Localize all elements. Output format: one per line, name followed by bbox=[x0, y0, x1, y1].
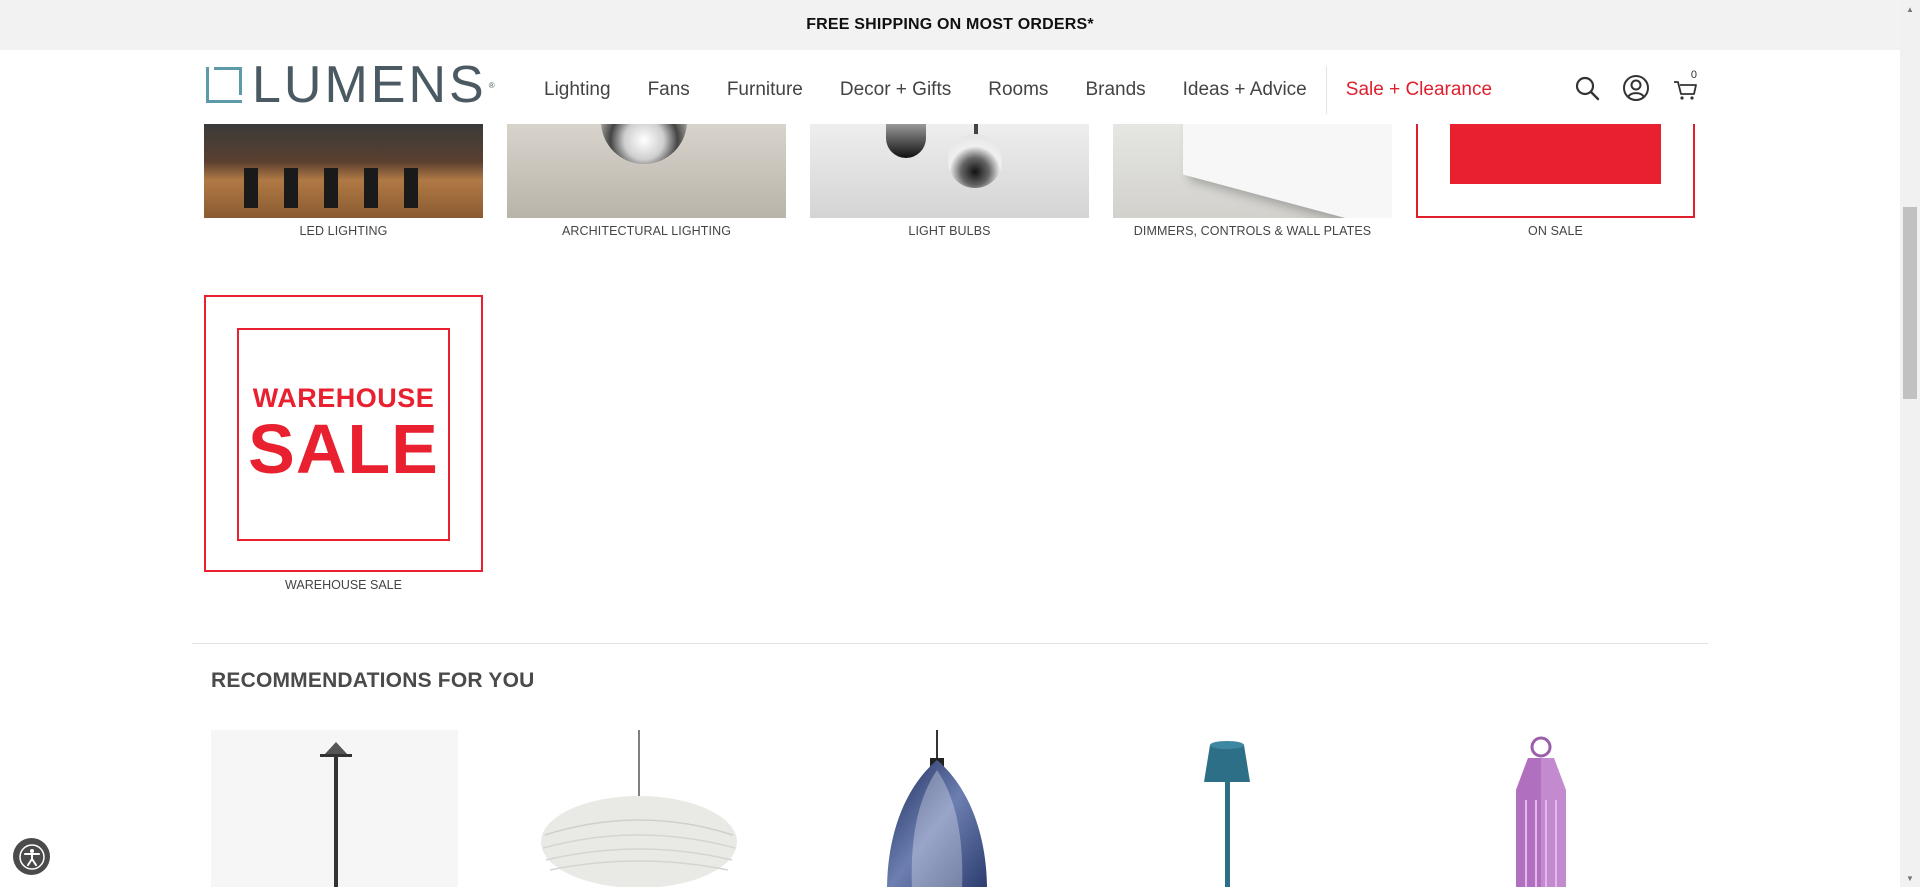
category-label[interactable]: ON SALE bbox=[1416, 224, 1695, 238]
cart-icon[interactable]: 0 bbox=[1670, 69, 1700, 103]
category-tile-led-lighting[interactable]: LED LIGHTING bbox=[204, 124, 483, 238]
scrollbar-thumb[interactable] bbox=[1903, 207, 1917, 399]
category-image-led-lighting[interactable] bbox=[204, 124, 483, 218]
warehouse-sale-line1: WAREHOUSE bbox=[252, 383, 435, 413]
header-icons: 0 bbox=[1572, 68, 1719, 108]
recommendations-carousel bbox=[211, 730, 1666, 887]
logo-text: LUMENS bbox=[252, 56, 487, 114]
nav-item-sale-clearance[interactable]: Sale + Clearance bbox=[1346, 79, 1492, 101]
category-image-dimmers-controls[interactable] bbox=[1113, 124, 1392, 218]
promo-bar: FREE SHIPPING ON MOST ORDERS* bbox=[0, 0, 1900, 50]
cart-count: 0 bbox=[1690, 69, 1697, 81]
category-label[interactable]: ARCHITECTURAL LIGHTING bbox=[507, 224, 786, 238]
warehouse-sale-image[interactable]: WAREHOUSE SALE bbox=[204, 295, 483, 572]
product-card-glass-pendant[interactable] bbox=[812, 730, 1062, 887]
product-card-bubble-pendant[interactable] bbox=[510, 730, 760, 887]
nav-divider bbox=[1325, 66, 1327, 114]
main-nav: Lighting Fans Furniture Decor + Gifts Ro… bbox=[544, 66, 1492, 114]
search-icon[interactable] bbox=[1572, 73, 1602, 103]
logo[interactable]: LUMENS ® bbox=[204, 56, 495, 114]
category-label[interactable]: DIMMERS, CONTROLS & WALL PLATES bbox=[1113, 224, 1392, 238]
promo-text: FREE SHIPPING ON MOST ORDERS* bbox=[806, 16, 1094, 33]
page-scrollbar[interactable]: ▲ ▼ bbox=[1900, 0, 1920, 887]
nav-item-furniture[interactable]: Furniture bbox=[727, 79, 803, 101]
nav-item-decor-gifts[interactable]: Decor + Gifts bbox=[840, 79, 951, 101]
category-tile-dimmers-controls[interactable]: DIMMERS, CONTROLS & WALL PLATES bbox=[1113, 124, 1392, 238]
category-label[interactable]: LIGHT BULBS bbox=[810, 224, 1089, 238]
category-image-light-bulbs[interactable] bbox=[810, 124, 1089, 218]
category-tile-on-sale[interactable]: ON SALE bbox=[1416, 124, 1695, 238]
nav-item-fans[interactable]: Fans bbox=[648, 79, 690, 101]
account-icon[interactable] bbox=[1621, 73, 1651, 103]
logo-trademark: ® bbox=[488, 80, 495, 90]
scroll-up-arrow-icon[interactable]: ▲ bbox=[1900, 0, 1920, 18]
site-header: LUMENS ® Lighting Fans Furniture Decor + … bbox=[0, 50, 1900, 124]
category-grid-row-1: LED LIGHTING ARCHITECTURAL LIGHTING LIGH… bbox=[204, 124, 1695, 238]
accessibility-icon[interactable] bbox=[13, 838, 50, 875]
scroll-down-arrow-icon[interactable]: ▼ bbox=[1900, 869, 1920, 887]
category-image-architectural-lighting[interactable] bbox=[507, 124, 786, 218]
category-label[interactable]: LED LIGHTING bbox=[204, 224, 483, 238]
category-image-on-sale[interactable] bbox=[1416, 124, 1695, 218]
warehouse-sale-frame: WAREHOUSE SALE bbox=[237, 328, 450, 541]
nav-item-lighting[interactable]: Lighting bbox=[544, 79, 611, 101]
section-divider bbox=[192, 643, 1708, 644]
category-tile-architectural-lighting[interactable]: ARCHITECTURAL LIGHTING bbox=[507, 124, 786, 238]
product-card-cordless-table-lamp[interactable] bbox=[1114, 730, 1364, 887]
product-card-path-light[interactable] bbox=[211, 730, 458, 887]
nav-item-ideas-advice[interactable]: Ideas + Advice bbox=[1183, 79, 1307, 101]
category-label[interactable]: WAREHOUSE SALE bbox=[204, 578, 483, 592]
nav-item-rooms[interactable]: Rooms bbox=[988, 79, 1048, 101]
category-tile-light-bulbs[interactable]: LIGHT BULBS bbox=[810, 124, 1089, 238]
logo-mark-icon bbox=[204, 65, 244, 105]
category-tile-warehouse-sale[interactable]: WAREHOUSE SALE WAREHOUSE SALE bbox=[204, 295, 483, 592]
warehouse-sale-line2: SALE bbox=[248, 410, 439, 488]
product-card-lantern[interactable] bbox=[1416, 730, 1666, 887]
nav-item-brands[interactable]: Brands bbox=[1085, 79, 1145, 101]
recommendations-title: RECOMMENDATIONS FOR YOU bbox=[211, 669, 535, 692]
